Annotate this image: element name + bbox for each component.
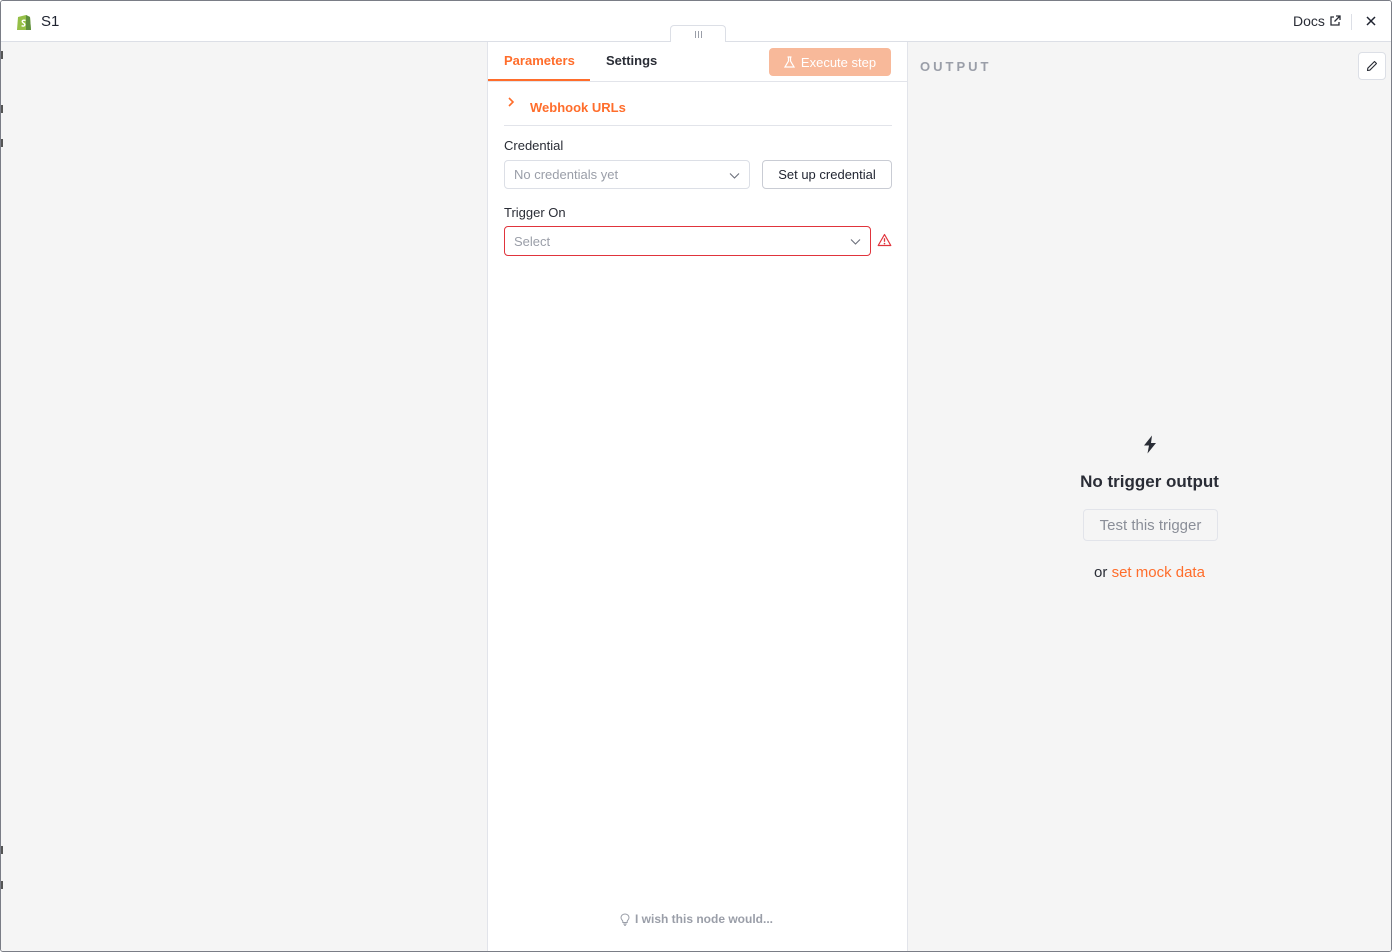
mock-data-line: or set mock data <box>908 564 1391 581</box>
edit-output-button[interactable] <box>1358 52 1386 80</box>
docs-link[interactable]: Docs <box>1293 13 1341 29</box>
output-title: OUTPUT <box>920 59 992 74</box>
chevron-down-icon <box>729 173 740 179</box>
panel-drag-handle[interactable] <box>670 25 726 43</box>
bolt-icon <box>1144 435 1156 454</box>
docs-label: Docs <box>1293 13 1325 29</box>
trigger-on-select[interactable]: Select <box>504 226 871 256</box>
credential-placeholder: No credentials yet <box>514 167 619 182</box>
test-trigger-button[interactable]: Test this trigger <box>1083 509 1218 541</box>
parameters-pane: Parameters Settings Execute step Webhook… <box>487 42 908 951</box>
edge-tick <box>1 139 3 147</box>
chevron-right-icon <box>508 97 515 107</box>
lightbulb-icon <box>620 912 630 926</box>
shopify-icon <box>17 15 31 30</box>
feedback-label: I wish this node would... <box>635 912 773 926</box>
webhook-urls-label: Webhook URLs <box>530 100 626 115</box>
settings-tabs: Parameters Settings Execute step <box>488 42 908 82</box>
edge-tick <box>1 51 3 59</box>
set-up-credential-button[interactable]: Set up credential <box>762 160 892 189</box>
close-icon[interactable] <box>1365 15 1377 27</box>
node-title[interactable]: S1 <box>41 13 59 30</box>
set-mock-data-link[interactable]: set mock data <box>1112 564 1205 581</box>
warning-icon <box>877 233 892 247</box>
modal-header: S1 Docs <box>1 1 1391 43</box>
or-text: or <box>1094 564 1108 581</box>
credential-select[interactable]: No credentials yet <box>504 160 750 189</box>
external-link-icon <box>1330 15 1341 26</box>
pencil-icon <box>1366 60 1378 72</box>
input-pane <box>1 42 487 951</box>
output-pane: OUTPUT No trigger output Test this trigg… <box>908 42 1391 951</box>
credential-label: Credential <box>504 138 564 153</box>
chevron-down-icon <box>850 239 861 245</box>
trigger-on-label: Trigger On <box>504 205 566 220</box>
no-output-title: No trigger output <box>1080 472 1219 491</box>
grip-bar <box>694 31 696 38</box>
webhook-urls-toggle[interactable]: Webhook URLs <box>504 94 892 126</box>
node-details-modal: S1 Docs Parameters Settings Execute step… <box>0 0 1392 952</box>
grip-bar <box>697 31 699 38</box>
execute-step-label: Execute step <box>800 54 877 70</box>
tab-settings[interactable]: Settings <box>606 53 657 68</box>
trigger-on-placeholder: Select <box>514 233 551 249</box>
edge-tick <box>1 846 3 854</box>
active-tab-indicator <box>488 79 590 81</box>
edge-tick <box>1 105 3 113</box>
tab-parameters[interactable]: Parameters <box>504 53 575 68</box>
feedback-link[interactable]: I wish this node would... <box>620 912 773 926</box>
flask-icon <box>783 56 795 68</box>
grip-bar <box>700 31 702 38</box>
execute-step-button[interactable]: Execute step <box>769 48 891 76</box>
header-divider <box>1351 14 1352 30</box>
edge-tick <box>1 881 3 889</box>
